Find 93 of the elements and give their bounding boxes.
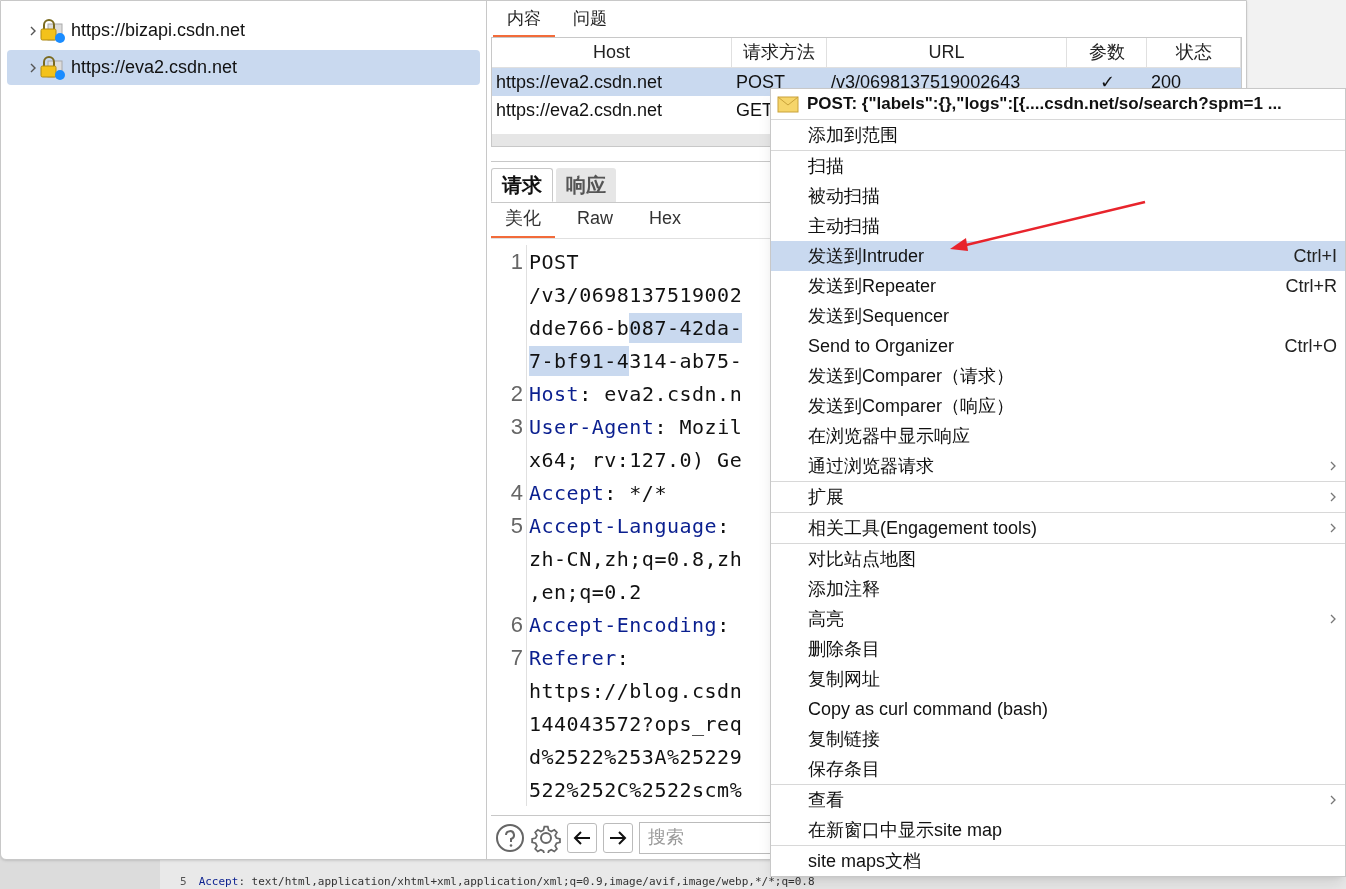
menu-item[interactable]: 添加注释 <box>771 574 1345 604</box>
line-number: 5 <box>180 876 187 888</box>
shortcut-label: Ctrl+O <box>1284 334 1337 358</box>
menu-item[interactable]: 在浏览器中显示响应 <box>771 421 1345 451</box>
tree-item[interactable]: https://bizapi.csdn.net <box>7 13 480 48</box>
menu-item[interactable]: 发送到Comparer（响应） <box>771 391 1345 421</box>
menu-item[interactable]: 复制网址 <box>771 664 1345 694</box>
column-header[interactable]: Host <box>492 38 732 67</box>
tab[interactable]: 响应 <box>556 168 616 202</box>
back-button[interactable] <box>567 822 597 853</box>
code-line: Accept: text/html,application/xhtml+xml,application/xml;q=0.9,image/avif,image/webp,*/*;q=0.8 <box>198 876 815 888</box>
code-text: : eva2.csdn.n <box>579 380 743 408</box>
envelope-icon <box>777 95 799 113</box>
code-text: : Mozil <box>654 413 743 441</box>
menu-item[interactable]: 保存条目 <box>771 754 1345 784</box>
table-cell-text: https://eva2.csdn.net <box>496 70 663 94</box>
column-header[interactable]: 请求方法 <box>732 38 827 67</box>
tab[interactable]: 问题 <box>559 5 621 37</box>
help-icon[interactable] <box>495 822 525 853</box>
line-number: 5 <box>510 513 523 538</box>
code-text: ,en;q=0.2 <box>529 578 642 606</box>
tab[interactable]: Raw <box>563 205 627 238</box>
code-text: 522%252C%2522scm% <box>529 776 743 804</box>
lock-icon <box>39 54 67 81</box>
line-number: 4 <box>510 480 523 505</box>
table-cell-text: 200 <box>1151 70 1182 94</box>
code-text: x64; rv:127.0) Ge <box>529 446 743 474</box>
menu-item[interactable]: 发送到Comparer（请求） <box>771 361 1345 391</box>
line-number: 3 <box>510 414 523 439</box>
code-text: : <box>717 611 730 639</box>
menu-item[interactable]: 被动扫描 <box>771 181 1345 211</box>
code-text: : */* <box>604 479 667 507</box>
table-cell-text: https://eva2.csdn.net <box>496 98 663 122</box>
menu-item[interactable]: 通过浏览器请求 <box>771 451 1345 481</box>
code-text: : <box>717 512 730 540</box>
tab[interactable]: 请求 <box>491 168 553 202</box>
table-cell-text: POST <box>736 70 785 94</box>
code-text: Accept-Encoding <box>529 611 718 639</box>
menu-item[interactable]: 对比站点地图 <box>771 544 1345 574</box>
lock-icon <box>39 17 67 44</box>
tab[interactable]: 美化 <box>491 205 555 238</box>
code-text: User-Agent <box>529 413 655 441</box>
line-number: 6 <box>510 612 523 637</box>
code-text: 087-42da- <box>629 312 743 343</box>
table-cell-text: GET <box>736 98 773 122</box>
menu-item[interactable]: 发送到Intruder Ctrl+I <box>771 241 1345 271</box>
column-header[interactable]: 状态 <box>1147 38 1241 67</box>
menu-item[interactable]: 删除条目 <box>771 634 1345 664</box>
code-text: /v3/0698137519002 <box>529 281 743 309</box>
menu-item[interactable]: 高亮 <box>771 604 1345 634</box>
shortcut-label: Ctrl+I <box>1293 244 1337 268</box>
menu-item[interactable]: 查看 <box>771 785 1345 815</box>
column-header[interactable]: 参数 <box>1067 38 1147 67</box>
line-number: 2 <box>510 381 523 406</box>
tab[interactable]: 内容 <box>493 5 555 37</box>
menu-item[interactable]: Copy as curl command (bash) <box>771 694 1345 724</box>
code-text: : <box>616 644 630 672</box>
menu-item[interactable]: 发送到Sequencer <box>771 301 1345 331</box>
menu-item[interactable]: Send to Organizer Ctrl+O <box>771 331 1345 361</box>
right-arrow-icon <box>609 829 627 846</box>
code-text: 144043572?ops_req <box>529 710 743 738</box>
tree-item[interactable]: https://eva2.csdn.net <box>7 50 480 85</box>
line-number: 1 <box>510 249 523 274</box>
code-text: Accept-Language <box>529 512 718 540</box>
shortcut-label: Ctrl+R <box>1285 274 1337 298</box>
code-text: Accept <box>529 479 605 507</box>
column-header[interactable]: URL <box>827 38 1067 67</box>
menu-item[interactable]: 复制链接 <box>771 724 1345 754</box>
table-cell-text: ✓ <box>1099 70 1115 94</box>
code-text: Host <box>529 380 580 408</box>
code-text: zh-CN,zh;q=0.8,zh <box>529 545 743 573</box>
code-text: https://blog.csdn <box>529 677 743 705</box>
code-text: d%2522%253A%25229 <box>529 743 743 771</box>
menu-item[interactable]: 添加到范围 <box>771 120 1345 150</box>
left-arrow-icon <box>573 829 591 846</box>
menu-item[interactable]: site maps文档 <box>771 846 1345 876</box>
menu-item[interactable]: 发送到Repeater Ctrl+R <box>771 271 1345 301</box>
line-number: 7 <box>510 645 523 670</box>
tab[interactable]: Hex <box>635 205 696 238</box>
menu-item[interactable]: 扫描 <box>771 151 1345 181</box>
chevron-icon[interactable] <box>29 25 37 36</box>
menu-item[interactable]: 主动扫描 <box>771 211 1345 241</box>
code-text: 314-ab75- <box>629 347 743 375</box>
code-text: Referer <box>529 644 617 672</box>
chevron-icon[interactable] <box>29 62 37 73</box>
code-text: 7-bf91-4 <box>529 345 630 376</box>
menu-item[interactable]: 扩展 <box>771 482 1345 512</box>
menu-item[interactable]: 在新窗口中显示site map <box>771 815 1345 845</box>
table-cell-text: /v3/0698137519002643 <box>831 70 1021 94</box>
menu-item[interactable]: 相关工具(Engagement tools) <box>771 513 1345 543</box>
code-text: POST <box>529 248 580 276</box>
forward-button[interactable] <box>603 822 633 853</box>
code-text: dde766-b <box>529 314 630 342</box>
